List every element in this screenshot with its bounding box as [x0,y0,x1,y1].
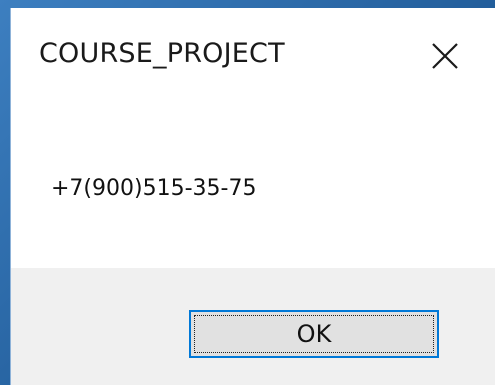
dialog-titlebar[interactable]: COURSE_PROJECT [11,8,495,98]
ok-button[interactable]: OK [189,310,439,358]
ok-button-label: OK [296,320,332,348]
dialog-content: +7(900)515-35-75 [11,98,495,268]
message-text: +7(900)515-35-75 [51,176,257,201]
dialog-footer: OK [11,268,495,385]
dialog-title: COURSE_PROJECT [39,38,285,69]
close-icon [432,43,458,69]
close-button[interactable] [423,34,467,78]
message-box-dialog: COURSE_PROJECT +7(900)515-35-75 OK [11,8,495,385]
